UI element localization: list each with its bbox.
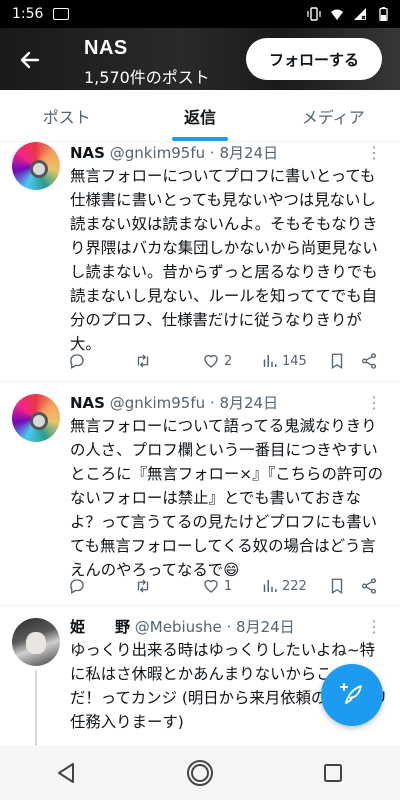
- square-recents-icon: [324, 764, 343, 782]
- tweet-date[interactable]: 8月24日: [219, 394, 278, 412]
- bookmark-button[interactable]: [328, 577, 346, 595]
- thread-line: [35, 670, 37, 746]
- share-icon: [361, 353, 377, 369]
- back-button[interactable]: [12, 42, 48, 78]
- more-options-icon[interactable]: ⋮: [364, 145, 384, 164]
- author-handle[interactable]: @Mebiushe: [135, 618, 222, 636]
- tweet-actions: 2 145: [62, 349, 392, 373]
- compose-button[interactable]: [321, 664, 383, 726]
- circle-home-icon: [186, 760, 213, 786]
- like-button[interactable]: 2: [202, 352, 232, 370]
- views-button[interactable]: 222: [260, 577, 307, 595]
- tab-posts[interactable]: ポスト: [0, 90, 133, 141]
- post-count: 1,570件のポスト: [84, 68, 210, 87]
- reply-button[interactable]: [68, 577, 90, 595]
- avatar[interactable]: [12, 394, 60, 442]
- repost-icon: [137, 579, 149, 593]
- tweet-header: 姫 野 @Mebiushe · 8月24日: [70, 618, 295, 636]
- profile-header: NAS 1,570件のポスト フォローする: [0, 28, 400, 90]
- reply-button[interactable]: [68, 352, 90, 370]
- more-options-icon[interactable]: ⋮: [364, 619, 384, 638]
- analytics-icon: [263, 580, 277, 592]
- tab-media[interactable]: メディア: [267, 90, 400, 141]
- heart-icon: [204, 579, 218, 593]
- like-count: 1: [224, 578, 233, 594]
- tweet-text: 無言フォローについてプロフに書いとっても仕様書に書いとっても見ないやつは見ないし…: [70, 167, 378, 353]
- system-nav-bar: [0, 746, 400, 800]
- repost-icon: [137, 354, 149, 368]
- timeline-feed: NAS @gnkim95fu · 8月24日 ⋮ 無言フォローについてプロフに書…: [0, 142, 400, 746]
- views-button[interactable]: 145: [260, 352, 307, 370]
- reply-icon: [70, 579, 84, 594]
- tweet-text: 無言フォローについて語ってる鬼滅なりきりの人さ、プロフ欄という一番目につきやすい…: [70, 417, 384, 579]
- nav-home-button[interactable]: [180, 753, 220, 793]
- nav-recents-button[interactable]: [313, 753, 353, 793]
- repost-button[interactable]: [134, 352, 156, 370]
- tweet-date[interactable]: 8月24日: [236, 618, 295, 636]
- tweet-header: NAS @gnkim95fu · 8月24日: [70, 394, 279, 412]
- battery-icon: [376, 7, 390, 22]
- status-time: 1:56: [12, 6, 44, 22]
- author-handle[interactable]: @gnkim95fu: [110, 394, 205, 412]
- like-count: 2: [224, 353, 233, 369]
- share-button[interactable]: [360, 352, 378, 370]
- arrow-left-icon: [20, 51, 40, 69]
- profile-tabs: ポスト 返信 メディア: [0, 90, 400, 142]
- tweet-actions: 1 222: [62, 574, 392, 598]
- profile-name: NAS: [84, 37, 128, 59]
- view-count: 145: [282, 353, 307, 369]
- triangle-back-icon: [57, 763, 74, 783]
- signal-icon: [353, 7, 367, 21]
- like-button[interactable]: 1: [202, 577, 232, 595]
- share-button[interactable]: [360, 577, 378, 595]
- tweet[interactable]: NAS @gnkim95fu · 8月24日 ⋮ 無言フォローについて語ってる鬼…: [0, 382, 400, 606]
- tweet-date[interactable]: 8月24日: [219, 144, 278, 162]
- nav-back-button[interactable]: [47, 753, 87, 793]
- avatar[interactable]: [12, 142, 60, 190]
- author-handle[interactable]: @gnkim95fu: [110, 144, 205, 162]
- share-icon: [361, 578, 377, 594]
- compose-feather-icon: [340, 683, 362, 704]
- author-name[interactable]: NAS: [70, 144, 105, 162]
- tweet[interactable]: NAS @gnkim95fu · 8月24日 ⋮ 無言フォローについてプロフに書…: [0, 142, 400, 382]
- view-count: 222: [282, 578, 307, 594]
- repost-button[interactable]: [134, 577, 156, 595]
- wifi-icon: [330, 7, 344, 21]
- tab-replies[interactable]: 返信: [133, 90, 266, 141]
- avatar[interactable]: [12, 618, 60, 666]
- sim-card-icon: [53, 8, 70, 20]
- author-name[interactable]: NAS: [70, 394, 105, 412]
- follow-button[interactable]: フォローする: [246, 38, 382, 80]
- heart-icon: [204, 354, 218, 368]
- bookmark-button[interactable]: [328, 352, 346, 370]
- status-bar: 1:56: [0, 0, 400, 28]
- more-options-icon[interactable]: ⋮: [364, 395, 384, 414]
- vibrate-icon: [307, 7, 321, 21]
- author-name[interactable]: 姫 野: [70, 618, 130, 636]
- bookmark-icon: [331, 353, 343, 370]
- reply-icon: [70, 354, 84, 369]
- tweet-header: NAS @gnkim95fu · 8月24日: [70, 144, 279, 162]
- analytics-icon: [263, 355, 277, 367]
- bookmark-icon: [331, 578, 343, 595]
